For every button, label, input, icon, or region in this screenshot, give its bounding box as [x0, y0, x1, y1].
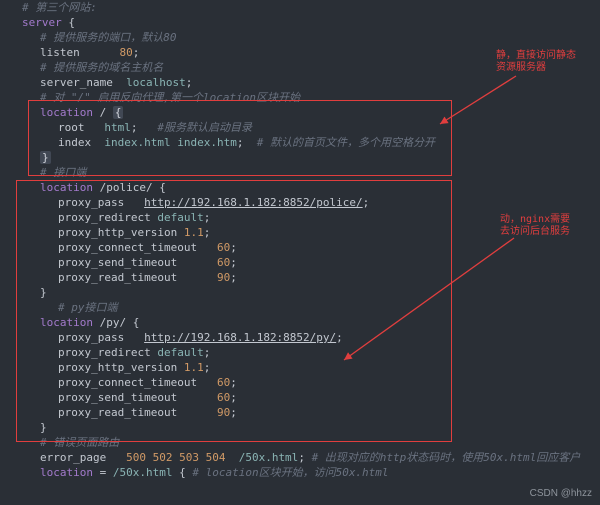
- root-val: html: [104, 121, 131, 134]
- value: default: [157, 211, 203, 224]
- code-editor[interactable]: # 第三个网站: server { # 提供服务的端口，默认80 listen …: [0, 0, 600, 505]
- value: 1.1: [184, 226, 204, 239]
- proxy-connect-timeout-key: proxy_connect_timeout: [58, 376, 197, 389]
- server-keyword: server: [22, 16, 62, 29]
- comment: # 接口端: [40, 166, 86, 179]
- value: 60: [217, 391, 230, 404]
- error-page-key: error_page: [40, 451, 106, 464]
- value: 60: [217, 241, 230, 254]
- value: default: [157, 346, 203, 359]
- index-key: index: [58, 136, 91, 149]
- location-keyword: location: [40, 466, 93, 479]
- location-keyword: location: [40, 106, 93, 119]
- comment: # 对 "/" 启用反向代理,第一个location区块开始: [40, 91, 300, 104]
- close-brace: }: [40, 151, 51, 164]
- value: 90: [217, 406, 230, 419]
- value: 60: [217, 256, 230, 269]
- index-val: index.html index.htm: [104, 136, 236, 149]
- server-name-key: server_name: [40, 76, 113, 89]
- proxy-url: http://192.168.1.182:8852/police/: [144, 196, 363, 209]
- comment: # 第三个网站:: [22, 1, 97, 14]
- location-path: /: [100, 106, 107, 119]
- value: 1.1: [184, 361, 204, 374]
- listen-key: listen: [40, 46, 80, 59]
- proxy-connect-timeout-key: proxy_connect_timeout: [58, 241, 197, 254]
- open-brace: {: [113, 106, 124, 119]
- location-keyword: location: [40, 181, 93, 194]
- port: 80: [120, 46, 133, 59]
- proxy-http-version-key: proxy_http_version: [58, 226, 177, 239]
- proxy-read-timeout-key: proxy_read_timeout: [58, 271, 177, 284]
- close-brace: }: [40, 421, 47, 434]
- proxy-pass-key: proxy_pass: [58, 331, 124, 344]
- comment: # 出现对应的http状态码时，使用50x.html回应客户: [312, 451, 581, 464]
- proxy-read-timeout-key: proxy_read_timeout: [58, 406, 177, 419]
- error-codes: 500 502 503 504: [126, 451, 225, 464]
- root-key: root: [58, 121, 85, 134]
- value: 90: [217, 271, 230, 284]
- error-file: /50x.html: [239, 451, 299, 464]
- proxy-redirect-key: proxy_redirect: [58, 211, 151, 224]
- location-path: /py/: [100, 316, 127, 329]
- watermark: CSDN @hhzz: [530, 488, 592, 499]
- annotation-dynamic: 动，nginx需要 去访问后台服务: [500, 214, 570, 238]
- open-brace: {: [179, 466, 186, 479]
- comment: # 默认的首页文件，多个用空格分开: [257, 136, 435, 149]
- proxy-http-version-key: proxy_http_version: [58, 361, 177, 374]
- annotation-static: 静，直接访问静态 资源服务器: [496, 50, 576, 74]
- server-name-val: localhost: [126, 76, 186, 89]
- close-brace: }: [40, 286, 47, 299]
- comment: # py接口端: [58, 301, 118, 314]
- comment: # 提供服务的域名主机名: [40, 61, 163, 74]
- comment: #服务默认启动目录: [157, 121, 252, 134]
- proxy-pass-key: proxy_pass: [58, 196, 124, 209]
- equals: =: [100, 466, 107, 479]
- location-keyword: location: [40, 316, 93, 329]
- proxy-send-timeout-key: proxy_send_timeout: [58, 391, 177, 404]
- value: 60: [217, 376, 230, 389]
- location-path: /police/: [100, 181, 153, 194]
- open-brace: {: [133, 316, 140, 329]
- comment: # 提供服务的端口，默认80: [40, 31, 177, 44]
- proxy-send-timeout-key: proxy_send_timeout: [58, 256, 177, 269]
- open-brace: {: [68, 16, 75, 29]
- open-brace: {: [159, 181, 166, 194]
- comment: # location区块开始，访问50x.html: [192, 466, 388, 479]
- comment: # 错误页面路由: [40, 436, 119, 449]
- location-path: /50x.html: [113, 466, 173, 479]
- proxy-url: http://192.168.1.182:8852/py/: [144, 331, 336, 344]
- proxy-redirect-key: proxy_redirect: [58, 346, 151, 359]
